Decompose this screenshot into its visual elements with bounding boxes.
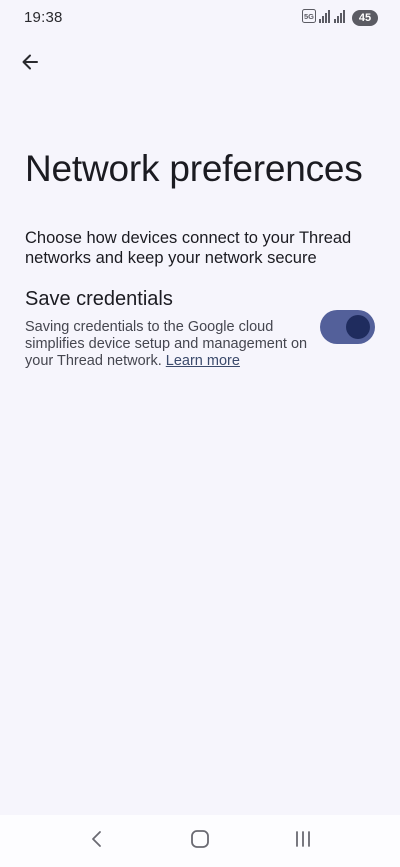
status-icons: 5G 45 — [302, 8, 378, 28]
status-bar: 19:38 5G 45 — [0, 0, 400, 36]
signal-icon — [334, 9, 346, 28]
learn-more-link[interactable]: Learn more — [166, 353, 240, 369]
setting-subtitle: Saving credentials to the Google cloud s… — [25, 319, 315, 370]
nav-back-button[interactable] — [77, 821, 117, 861]
5g-icon: 5G — [302, 8, 316, 28]
nav-home-button[interactable] — [180, 821, 220, 861]
chevron-left-icon — [89, 830, 105, 853]
page-title: Network preferences — [25, 148, 363, 189]
page-description: Choose how devices connect to your Threa… — [25, 229, 352, 267]
back-button[interactable] — [10, 44, 50, 84]
battery-icon: 45 — [352, 10, 378, 26]
toggle-knob — [346, 315, 370, 339]
setting-title: Save credentials — [25, 288, 173, 310]
nav-recents-button[interactable] — [283, 821, 323, 861]
save-credentials-toggle[interactable] — [320, 310, 375, 344]
5g-icon-label: 5G — [304, 12, 314, 21]
signal-icon — [319, 9, 331, 28]
arrow-left-icon — [20, 52, 40, 77]
screen: 19:38 5G 45 Network preferences Choose h… — [0, 0, 400, 867]
status-time: 19:38 — [24, 9, 63, 26]
navigation-bar — [0, 815, 400, 867]
recents-icon — [294, 830, 312, 853]
home-icon — [190, 829, 210, 854]
